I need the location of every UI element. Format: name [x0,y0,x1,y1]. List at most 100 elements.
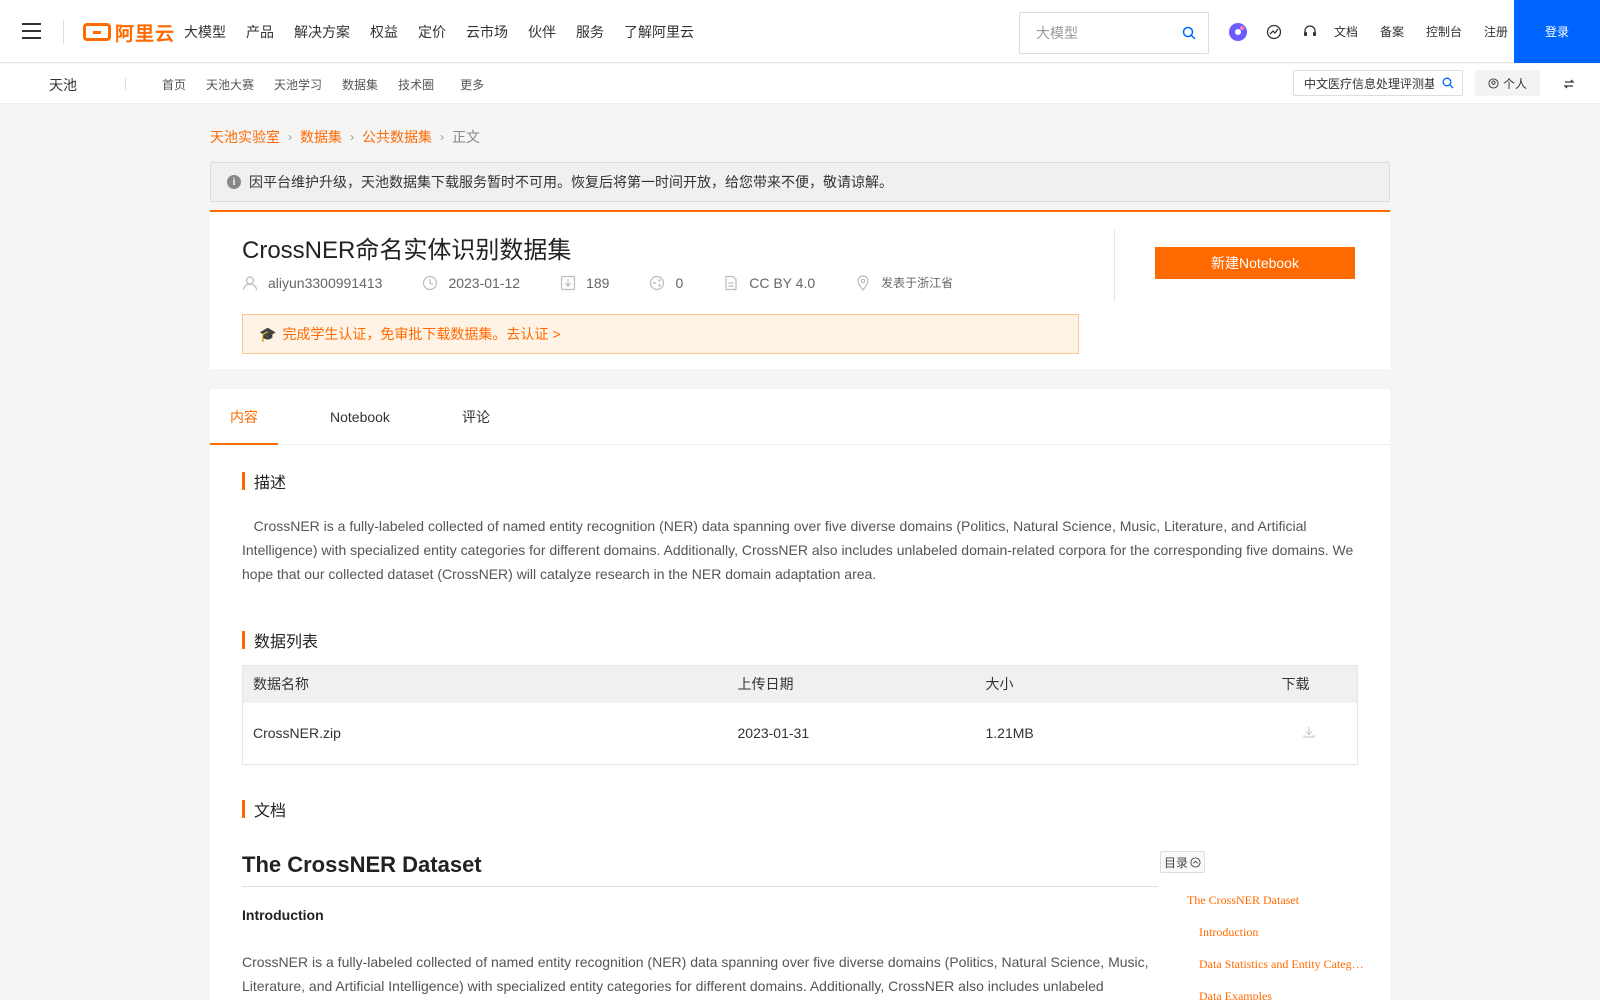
chevron-right-icon: › [288,130,292,144]
headset-icon[interactable] [1300,22,1320,42]
data-file-table: 数据名称 上传日期 大小 下载 CrossNER.zip 2023-01-31 … [242,665,1358,765]
top-search-input[interactable] [1020,13,1170,53]
toc-item[interactable]: Introduction [1187,924,1367,956]
download-count: 189 [586,274,610,291]
meta-downloads: 189 [560,275,609,291]
menu-icon[interactable] [22,23,41,39]
clock-icon [423,275,438,290]
meta-location: 发表于浙江省 [855,274,953,291]
chevron-right-icon: › [350,130,354,144]
nav-item-solutions[interactable]: 解决方案 [294,22,350,42]
activity-icon[interactable] [1264,22,1284,42]
doc-heading: The CrossNER Dataset [242,852,482,877]
tab-content[interactable]: 内容 [210,389,278,446]
link-icp[interactable]: 备案 [1380,23,1404,40]
sub-nav: 首页 天池大赛 天池学习 数据集 技术圈 更多 [162,64,504,104]
new-notebook-button[interactable]: 新建Notebook [1155,247,1355,279]
subnav-datasets[interactable]: 数据集 [342,76,378,93]
section-title-text: 描述 [254,475,287,492]
breadcrumb-lab[interactable]: 天池实验室 [210,127,280,147]
section-title-text: 文档 [254,803,287,820]
breadcrumb-datasets[interactable]: 数据集 [300,127,342,147]
main-nav: 大模型 产品 解决方案 权益 定价 云市场 伙伴 服务 了解阿里云 [184,0,714,63]
sub-search-input[interactable] [1294,71,1434,95]
subnav-more[interactable]: 更多 [460,76,484,93]
col-header-date: 上传日期 [737,676,794,693]
tab-notebook[interactable]: Notebook [330,389,390,445]
author-name[interactable]: aliyun3300991413 [268,275,382,291]
link-register[interactable]: 注册 [1484,23,1508,40]
file-name: CrossNER.zip [253,725,341,742]
section-title-text: 数据列表 [254,634,319,651]
dataset-meta: aliyun3300991413 2023-01-12 189 0 CC BY … [242,274,993,291]
toc-item[interactable]: Data Examples [1187,988,1367,1000]
chevron-right-icon: › [440,130,444,144]
nav-item-services[interactable]: 服务 [576,22,604,42]
top-links: 文档 备案 控制台 注册 [1334,0,1530,63]
subnav-tech-circle[interactable]: 技术圈 [398,76,434,93]
section-docs: 文档 [242,797,286,821]
document-icon [725,275,737,290]
link-console[interactable]: 控制台 [1426,23,1462,40]
nav-item-models[interactable]: 大模型 [184,22,226,42]
student-auth-banner[interactable]: 🎓 完成学生认证，免审批下载数据集。去认证 > [242,314,1079,354]
doc-paragraph: CrossNER is a fully-labeled collected of… [242,954,1149,994]
nav-item-pricing[interactable]: 定价 [418,22,446,42]
nav-item-benefits[interactable]: 权益 [370,22,398,42]
toc-label: 目录 [1163,855,1188,870]
search-icon[interactable] [1442,77,1454,89]
subnav-learning[interactable]: 天池学习 [274,76,322,93]
col-header-name: 数据名称 [253,676,309,693]
divider [125,78,126,90]
doc-subheading: Introduction [242,907,324,923]
subnav-home[interactable]: 首页 [162,76,186,93]
meta-shares: 0 [649,275,683,291]
subnav-competitions[interactable]: 天池大赛 [206,76,254,93]
logo-mark-icon [83,23,111,41]
user-icon [1488,77,1499,89]
nav-item-products[interactable]: 产品 [246,22,274,42]
share-icon [650,275,665,290]
student-auth-text[interactable]: 完成学生认证，免审批下载数据集。去认证 > [282,324,560,344]
toc-item[interactable]: The CrossNER Dataset [1187,892,1367,924]
description-body: CrossNER is a fully-labeled collected of… [242,518,1354,582]
toc-item[interactable]: Data Statistics and Entity Categories [1187,956,1367,988]
download-icon[interactable] [1302,725,1316,739]
col-header-download: 下载 [1281,676,1310,693]
search-icon[interactable] [1182,26,1196,40]
tab-comments[interactable]: 评论 [462,389,490,445]
nav-item-about[interactable]: 了解阿里云 [624,22,694,42]
breadcrumb: 天池实验室 › 数据集 › 公共数据集 › 正文 [210,127,480,147]
publish-date: 2023-01-12 [448,274,521,291]
login-button[interactable]: 登录 [1514,0,1600,63]
main-content: 描述 CrossNER is a fully-labeled collected… [210,445,1390,1000]
link-docs[interactable]: 文档 [1334,23,1358,40]
info-icon: i [227,175,241,189]
section-description: 描述 [242,469,286,493]
toc-toggle[interactable]: 目录 [1160,851,1205,873]
graduation-cap-icon: 🎓 [259,325,277,342]
file-date: 2023-01-31 [737,725,810,742]
personal-label: 个人 [1502,76,1527,91]
table-header-row: 数据名称 上传日期 大小 下载 [242,665,1358,703]
switch-icon[interactable] [1562,77,1576,91]
top-icons [1228,21,1336,43]
description-text: CrossNER is a fully-labeled collected of… [242,514,1357,586]
section-accent-bar [242,800,245,818]
nav-item-marketplace[interactable]: 云市场 [466,22,508,42]
location: 发表于浙江省 [881,276,954,290]
tianchi-brand[interactable]: 天池 [49,75,77,95]
section-accent-bar [242,631,245,649]
location-pin-icon [857,274,869,291]
share-count: 0 [675,274,684,291]
divider [63,20,64,44]
nav-item-partners[interactable]: 伙伴 [528,22,556,42]
collapse-up-icon [1190,856,1201,868]
aliyun-logo[interactable]: 阿里云 [83,18,175,46]
breadcrumb-current: 正文 [452,129,480,145]
top-navbar: 阿里云 大模型 产品 解决方案 权益 定价 云市场 伙伴 服务 了解阿里云 文档… [0,0,1600,63]
section-data-list: 数据列表 [242,628,318,652]
ai-assistant-icon[interactable] [1228,22,1248,42]
personal-button[interactable]: 个人 [1475,70,1540,96]
breadcrumb-public-datasets[interactable]: 公共数据集 [362,127,432,147]
